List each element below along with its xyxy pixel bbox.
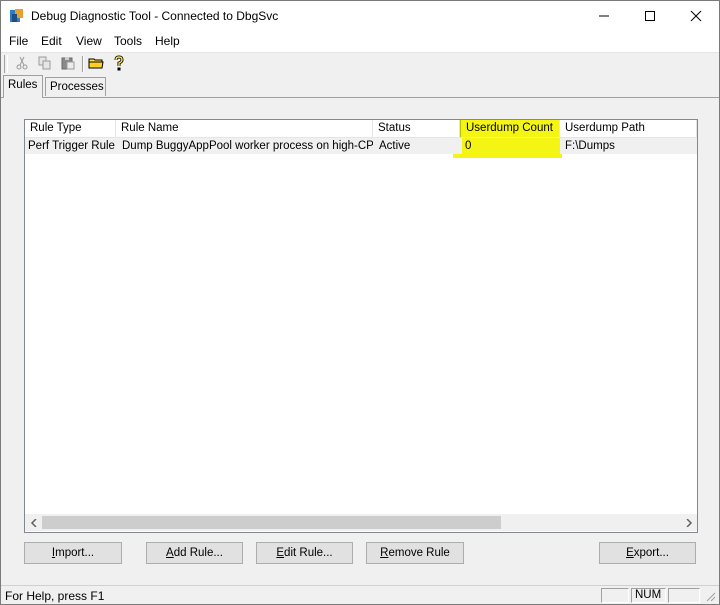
cut-button[interactable]: [13, 55, 31, 73]
close-button[interactable]: [673, 1, 719, 31]
cell-rule-name: Dump BuggyAppPool worker process on high…: [122, 140, 373, 152]
col-userdump-path[interactable]: Userdump Path: [560, 120, 697, 137]
col-status[interactable]: Status: [373, 120, 460, 137]
toolbar: [1, 53, 719, 75]
toolbar-grip[interactable]: [4, 55, 8, 73]
edit-rule-hotkey: E: [276, 547, 285, 559]
cell-userdump-count: 0: [462, 138, 560, 154]
export-label: xport...: [633, 547, 669, 559]
status-bar: For Help, press F1 NUM: [1, 585, 719, 604]
scroll-left-button[interactable]: [25, 514, 42, 531]
table-row[interactable]: Perf Trigger Rule Dump BuggyAppPool work…: [25, 138, 697, 154]
open-button[interactable]: [87, 55, 105, 73]
tab-rules[interactable]: Rules: [3, 75, 43, 98]
scissors-icon: [15, 56, 29, 73]
tab-rules-label: Rules: [8, 79, 38, 91]
minimize-button[interactable]: [581, 1, 627, 31]
cell-userdump-path: F:\Dumps: [565, 140, 615, 152]
status-pane-scroll: [668, 588, 700, 603]
menu-file[interactable]: File: [9, 34, 28, 48]
col-rule-type[interactable]: Rule Type: [25, 120, 116, 137]
rules-panel: Rule Type Rule Name Status Userdump Coun…: [1, 97, 719, 580]
tab-strip: Rules Processes: [1, 75, 719, 98]
rules-list[interactable]: Rule Type Rule Name Status Userdump Coun…: [24, 119, 698, 533]
scroll-thumb[interactable]: [42, 516, 501, 529]
edit-rule-label: dit Rule...: [284, 547, 333, 559]
app-icon: [9, 8, 25, 24]
col-userdump-count[interactable]: Userdump Count: [460, 120, 560, 137]
menu-tools[interactable]: Tools: [114, 34, 142, 48]
chevron-right-icon: [685, 516, 693, 530]
horizontal-scrollbar[interactable]: [25, 514, 697, 531]
tab-processes-label: Processes: [50, 81, 104, 93]
add-rule-button[interactable]: Add Rule...: [146, 542, 243, 564]
remove-rule-button[interactable]: Remove Rule: [366, 542, 464, 564]
copy-icon: [38, 56, 52, 73]
scroll-right-button[interactable]: [680, 514, 697, 531]
help-question-icon: [113, 54, 125, 74]
status-help-text: For Help, press F1: [5, 589, 105, 603]
export-hotkey: E: [626, 547, 634, 559]
col-rule-name[interactable]: Rule Name: [116, 120, 373, 137]
menu-help[interactable]: Help: [155, 34, 180, 48]
add-rule-hotkey: A: [166, 547, 174, 559]
list-header: Rule Type Rule Name Status Userdump Coun…: [25, 120, 697, 138]
status-pane-caps: [601, 588, 629, 603]
cell-status: Active: [379, 140, 411, 152]
paste-button[interactable]: [59, 55, 77, 73]
tab-processes[interactable]: Processes: [45, 77, 106, 96]
status-pane-num: NUM: [631, 588, 666, 603]
folder-icon: [88, 56, 104, 73]
export-button[interactable]: Export...: [599, 542, 696, 564]
add-rule-label: dd Rule...: [173, 547, 223, 559]
paste-icon: [61, 56, 75, 73]
import-label: mport...: [55, 547, 95, 559]
menu-edit[interactable]: Edit: [41, 34, 62, 48]
window-title: Debug Diagnostic Tool - Connected to Dbg…: [31, 9, 279, 23]
help-button[interactable]: [110, 54, 128, 74]
chevron-left-icon: [30, 516, 38, 530]
copy-button[interactable]: [36, 55, 54, 73]
main-window: Debug Diagnostic Tool - Connected to Dbg…: [0, 0, 720, 605]
maximize-button[interactable]: [627, 1, 673, 31]
import-button[interactable]: Import...: [24, 542, 122, 564]
menu-bar: File Edit View Tools Help: [1, 31, 719, 53]
menu-view[interactable]: View: [76, 34, 102, 48]
toolbar-separator: [82, 56, 84, 72]
remove-rule-label: emove Rule: [388, 547, 450, 559]
cell-rule-type: Perf Trigger Rule: [28, 140, 115, 152]
edit-rule-button[interactable]: Edit Rule...: [256, 542, 353, 564]
title-bar[interactable]: Debug Diagnostic Tool - Connected to Dbg…: [1, 1, 719, 31]
size-grip-icon[interactable]: [704, 590, 716, 604]
